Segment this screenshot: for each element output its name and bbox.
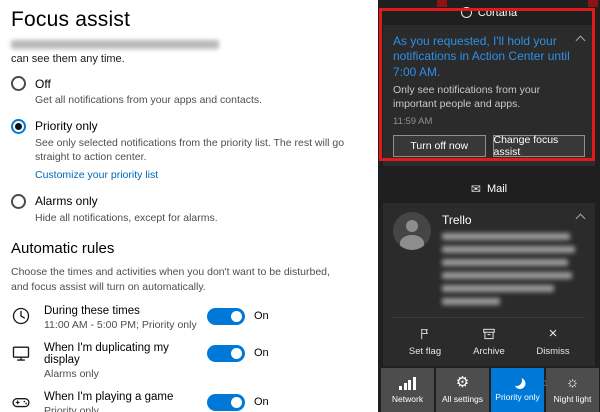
rule-label: When I'm duplicating my display [44,342,207,366]
archive-icon [482,327,496,341]
tile-all-settings[interactable]: ⚙ All settings [436,368,489,412]
close-icon: × [549,327,558,341]
notification-time: 11:59 AM [393,116,585,127]
toggle-state-label: On [254,396,269,408]
gear-icon: ⚙ [456,376,469,390]
change-focus-assist-button[interactable]: Change focus assist [493,135,586,157]
automatic-rules-description: Choose the times and activities when you… [11,265,341,293]
night-light-icon: ☼ [566,376,580,390]
cortana-notification-card[interactable]: As you requested, I'll hold your notific… [383,25,595,166]
turn-off-now-button[interactable]: Turn off now [393,135,486,157]
radio-description: See only selected notifications from the… [35,137,364,165]
mail-group-header[interactable]: ✉ Mail [378,176,600,201]
intro-text: can see them any time. [11,53,364,65]
radio-option-alarms-only[interactable]: Alarms only Hide all notifications, exce… [11,194,364,226]
notification-body: Only see notifications from your importa… [393,84,579,111]
toggle-during-these-times[interactable] [207,308,245,325]
flag-icon [419,327,432,341]
notification-title: As you requested, I'll hold your notific… [393,34,579,80]
tile-priority-only[interactable]: Priority only [491,368,544,412]
redacted-text [442,272,572,279]
page-title: Focus assist [11,8,364,32]
avatar [393,212,431,250]
radio-label: Alarms only [35,194,98,208]
cortana-group-header[interactable]: Cortana [378,0,600,25]
rule-duplicating-display[interactable]: When I'm duplicating my display Alarms o… [11,342,364,380]
tile-label: Priority only [495,392,539,402]
screen: Focus assist can see them any time. Off … [0,0,600,412]
quick-actions-row: Network ⚙ All settings Priority only ☼ N… [381,368,599,412]
tile-label: Network [392,394,423,404]
redacted-text [442,285,554,292]
radio-description: Get all notifications from your apps and… [35,94,364,108]
cortana-icon [461,7,472,18]
tile-label: All settings [442,394,483,404]
redacted-text [442,259,568,266]
mail-icon: ✉ [471,183,481,195]
radio-option-priority-only[interactable]: Priority only See only selected notifica… [11,119,364,183]
toggle-duplicating-display[interactable] [207,345,245,362]
redacted-text [11,40,219,49]
rule-detail: 11:00 AM - 5:00 PM; Priority only [44,319,207,331]
dismiss-action[interactable]: × Dismiss [521,327,585,357]
automatic-rules-heading: Automatic rules [11,240,364,257]
radio-option-off[interactable]: Off Get all notifications from your apps… [11,76,364,108]
rule-label: When I'm playing a game [44,391,207,403]
action-label: Dismiss [536,346,569,357]
toggle-playing-game[interactable] [207,394,245,411]
gamepad-icon [11,392,33,412]
display-icon [11,343,33,368]
rule-playing-game[interactable]: When I'm playing a game Priority only On [11,391,364,412]
radio-button-selected[interactable] [11,119,26,134]
rule-label: During these times [44,305,207,317]
cortana-group-label: Cortana [478,7,517,19]
tile-network[interactable]: Network [381,368,434,412]
action-label: Set flag [409,346,441,357]
toggle-state-label: On [254,310,269,322]
rule-detail: Alarms only [44,368,207,380]
tile-label: Night light [554,394,592,404]
clock-icon [11,306,33,331]
mail-notification-card[interactable]: Trello Set flag [383,203,595,366]
moon-icon [511,375,522,386]
action-label: Archive [473,346,505,357]
radio-button[interactable] [11,76,26,91]
focus-assist-settings-page: Focus assist can see them any time. Off … [0,0,378,412]
set-flag-action[interactable]: Set flag [393,327,457,357]
radio-label: Priority only [35,119,98,133]
intro-paragraph: can see them any time. [11,40,364,65]
sender-name: Trello [442,213,585,227]
network-signal-icon [399,377,416,390]
customize-priority-list-link[interactable]: Customize your priority list [35,169,158,181]
redacted-text [442,246,575,253]
tile-night-light[interactable]: ☼ Night light [546,368,599,412]
radio-label: Off [35,77,51,91]
rule-during-these-times[interactable]: During these times 11:00 AM - 5:00 PM; P… [11,305,364,331]
toggle-state-label: On [254,347,269,359]
mail-group-label: Mail [487,183,507,195]
redacted-text [442,298,500,305]
radio-button[interactable] [11,194,26,209]
action-center-panel: Cortana As you requested, I'll hold your… [378,0,600,412]
radio-description: Hide all notifications, except for alarm… [35,212,364,226]
rule-detail: Priority only [44,405,207,412]
redacted-text [442,233,570,240]
archive-action[interactable]: Archive [457,327,521,357]
